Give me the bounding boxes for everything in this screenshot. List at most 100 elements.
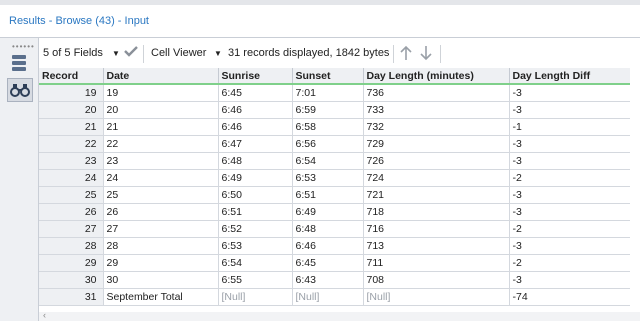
cell-record[interactable]: 29 [39, 254, 104, 272]
table-row[interactable]: 19 19 6:45 7:01 736 -3 [39, 84, 630, 102]
cell-sunrise[interactable]: 6:50 [218, 186, 293, 204]
table-row[interactable]: 24 24 6:49 6:53 724 -2 [39, 169, 630, 187]
cell-sunset[interactable]: 6:43 [292, 271, 364, 289]
column-header-date[interactable]: Date [103, 68, 219, 85]
chevron-left-icon[interactable]: ‹ [43, 310, 46, 320]
cell-viewer-selector[interactable]: Cell Viewer [151, 47, 206, 59]
cell-day-length[interactable]: 733 [363, 101, 510, 119]
cell-day-length[interactable]: 708 [363, 271, 510, 289]
cell-sunrise[interactable]: 6:51 [218, 203, 293, 221]
cell-record[interactable]: 24 [39, 169, 104, 187]
cell-day-length[interactable]: 711 [363, 254, 510, 272]
results-grid[interactable]: Record Date Sunrise Sunset Day Length (m… [39, 68, 630, 312]
cell-day-length[interactable]: 718 [363, 203, 510, 221]
cell-record[interactable]: 19 [39, 84, 104, 102]
cell-sunset[interactable]: 6:45 [292, 254, 364, 272]
table-row[interactable]: 23 23 6:48 6:54 726 -3 [39, 152, 630, 170]
cell-date[interactable]: 29 [103, 254, 219, 272]
grip-dots-icon[interactable]: •••••• [12, 42, 35, 51]
column-header-day-length[interactable]: Day Length (minutes) [363, 68, 510, 85]
cell-day-length[interactable]: 721 [363, 186, 510, 204]
cell-day-length[interactable]: 732 [363, 118, 510, 136]
cell-day-length[interactable]: 736 [363, 84, 510, 102]
cell-record[interactable]: 31 [39, 288, 104, 306]
chevron-down-icon[interactable]: ▼ [112, 49, 120, 58]
cell-record[interactable]: 23 [39, 152, 104, 170]
cell-sunset[interactable]: 7:01 [292, 84, 364, 102]
cell-date[interactable]: 26 [103, 203, 219, 221]
table-row[interactable]: 31 September Total [Null] [Null] [Null] -74 [39, 288, 630, 306]
cell-day-length-diff[interactable]: -3 [509, 135, 630, 153]
cell-sunrise[interactable]: 6:52 [218, 220, 293, 238]
cell-record[interactable]: 20 [39, 101, 104, 119]
cell-sunset[interactable]: 6:56 [292, 135, 364, 153]
cell-sunset[interactable]: 6:49 [292, 203, 364, 221]
column-header-day-length-diff[interactable]: Day Length Diff [509, 68, 630, 85]
cell-day-length-diff[interactable]: -2 [509, 169, 630, 187]
table-row[interactable]: 28 28 6:53 6:46 713 -3 [39, 237, 630, 255]
cell-sunset[interactable]: 6:46 [292, 237, 364, 255]
cell-day-length-diff[interactable]: -2 [509, 220, 630, 238]
cell-sunset[interactable]: 6:48 [292, 220, 364, 238]
cell-date[interactable]: 28 [103, 237, 219, 255]
table-row[interactable]: 25 25 6:50 6:51 721 -3 [39, 186, 630, 204]
cell-record[interactable]: 27 [39, 220, 104, 238]
cell-sunrise[interactable]: 6:49 [218, 169, 293, 187]
cell-date[interactable]: 23 [103, 152, 219, 170]
cell-sunset[interactable]: 6:59 [292, 101, 364, 119]
cell-sunrise[interactable]: 6:45 [218, 84, 293, 102]
cell-day-length-diff[interactable]: -3 [509, 271, 630, 289]
cell-date[interactable]: 19 [103, 84, 219, 102]
table-row[interactable]: 26 26 6:51 6:49 718 -3 [39, 203, 630, 221]
cell-sunrise[interactable]: 6:48 [218, 152, 293, 170]
cell-day-length-diff[interactable]: -3 [509, 84, 630, 102]
cell-day-length[interactable]: 713 [363, 237, 510, 255]
cell-sunset[interactable]: 6:58 [292, 118, 364, 136]
cell-record[interactable]: 22 [39, 135, 104, 153]
cell-record[interactable]: 25 [39, 186, 104, 204]
cell-day-length-diff[interactable]: -3 [509, 203, 630, 221]
chevron-down-icon[interactable]: ▼ [214, 49, 222, 58]
cell-sunrise[interactable]: [Null] [218, 288, 293, 306]
binoculars-icon[interactable] [7, 78, 33, 102]
cell-sunset[interactable]: 6:53 [292, 169, 364, 187]
cell-day-length-diff[interactable]: -1 [509, 118, 630, 136]
cell-day-length-diff[interactable]: -3 [509, 237, 630, 255]
cell-day-length-diff[interactable]: -3 [509, 101, 630, 119]
cell-sunset[interactable]: 6:51 [292, 186, 364, 204]
cell-record[interactable]: 28 [39, 237, 104, 255]
horizontal-scrollbar[interactable]: ‹ [39, 310, 640, 321]
arrow-up-icon[interactable] [399, 45, 413, 64]
cell-day-length[interactable]: 716 [363, 220, 510, 238]
cell-sunrise[interactable]: 6:46 [218, 118, 293, 136]
cell-day-length-diff[interactable]: -3 [509, 152, 630, 170]
cell-sunrise[interactable]: 6:55 [218, 271, 293, 289]
column-header-sunrise[interactable]: Sunrise [218, 68, 293, 85]
check-icon[interactable] [124, 45, 138, 60]
table-row[interactable]: 30 30 6:55 6:43 708 -3 [39, 271, 630, 289]
cell-day-length[interactable]: [Null] [363, 288, 510, 306]
fields-selector[interactable]: 5 of 5 Fields [43, 47, 103, 59]
cell-date[interactable]: 24 [103, 169, 219, 187]
cell-day-length-diff[interactable]: -2 [509, 254, 630, 272]
table-row[interactable]: 20 20 6:46 6:59 733 -3 [39, 101, 630, 119]
cell-record[interactable]: 30 [39, 271, 104, 289]
cell-record[interactable]: 21 [39, 118, 104, 136]
column-header-record[interactable]: Record [39, 68, 104, 85]
table-row[interactable]: 27 27 6:52 6:48 716 -2 [39, 220, 630, 238]
cell-day-length[interactable]: 726 [363, 152, 510, 170]
cell-record[interactable]: 26 [39, 203, 104, 221]
cell-date[interactable]: 22 [103, 135, 219, 153]
cell-day-length-diff[interactable]: -3 [509, 186, 630, 204]
cell-day-length[interactable]: 729 [363, 135, 510, 153]
cell-date[interactable]: 20 [103, 101, 219, 119]
cell-sunrise[interactable]: 6:46 [218, 101, 293, 119]
cell-date[interactable]: September Total [103, 288, 219, 306]
cell-sunrise[interactable]: 6:47 [218, 135, 293, 153]
cell-sunset[interactable]: [Null] [292, 288, 364, 306]
cell-sunrise[interactable]: 6:54 [218, 254, 293, 272]
cell-day-length-diff[interactable]: -74 [509, 288, 630, 306]
table-row[interactable]: 21 21 6:46 6:58 732 -1 [39, 118, 630, 136]
cell-date[interactable]: 27 [103, 220, 219, 238]
cell-date[interactable]: 21 [103, 118, 219, 136]
